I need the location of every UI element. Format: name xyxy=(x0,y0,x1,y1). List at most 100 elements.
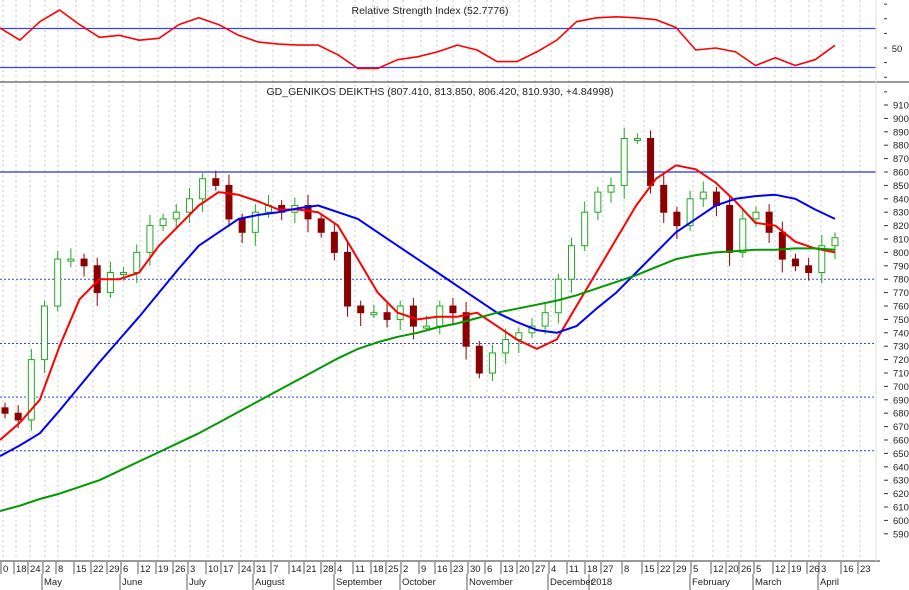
x-day-label: 2 xyxy=(403,564,408,575)
price-y-label: 770 xyxy=(893,288,909,299)
x-day-label: 6 xyxy=(123,564,128,575)
x-day-label: 30 xyxy=(470,564,481,575)
candle-body xyxy=(238,218,246,233)
price-title: GD_GENIKOS DEIKTHS (807.410, 813.850, 80… xyxy=(266,86,613,98)
rsi-title: Relative Strength Index (52.7776) xyxy=(351,5,508,17)
candle-body xyxy=(660,184,668,213)
x-month-label: September xyxy=(336,577,382,588)
candle-body xyxy=(120,272,128,275)
x-day-label: 22 xyxy=(660,564,671,575)
price-y-label: 650 xyxy=(893,449,909,460)
price-y-label: 760 xyxy=(893,302,909,313)
x-month-label: April xyxy=(820,577,839,588)
x-day-label: 2 xyxy=(45,564,50,575)
x-day-label: 24 xyxy=(241,564,252,575)
candle-body xyxy=(607,184,615,193)
candle-body xyxy=(159,218,167,227)
x-day-label: 11 xyxy=(355,564,365,575)
candle-body xyxy=(765,211,773,233)
candle-body xyxy=(409,305,417,327)
x-day-label: 0 xyxy=(3,564,8,575)
candle-body xyxy=(14,412,22,421)
candle-body xyxy=(752,211,760,220)
price-y-label: 600 xyxy=(893,516,909,527)
candle-body xyxy=(488,352,496,374)
candle-body xyxy=(344,251,352,307)
candle-body xyxy=(633,138,641,141)
x-day-label: 16 xyxy=(843,564,854,575)
x-day-label: 18 xyxy=(587,564,598,575)
x-day-label: 13 xyxy=(503,564,514,575)
candle-body xyxy=(449,305,457,314)
price-y-label: 890 xyxy=(893,127,909,138)
candle-body xyxy=(357,305,365,314)
price-y-label: 820 xyxy=(893,221,909,232)
candle-body xyxy=(330,231,338,253)
candle-body xyxy=(185,198,193,213)
x-day-label: 3 xyxy=(190,564,195,575)
x-day-label: 5 xyxy=(756,564,761,575)
candle-body xyxy=(554,278,562,314)
candle-body xyxy=(739,218,747,253)
candle-body xyxy=(831,237,839,247)
x-day-label: 12 xyxy=(775,564,786,575)
x-day-label: 23 xyxy=(453,564,464,575)
price-y-label: 730 xyxy=(893,342,909,353)
x-day-label: 16 xyxy=(437,564,448,575)
price-y-label: 840 xyxy=(893,194,909,205)
grid-lines xyxy=(2,0,861,558)
x-day-label: 29 xyxy=(676,564,687,575)
x-month-label: 2018 xyxy=(591,577,612,588)
price-y-label: 720 xyxy=(893,355,909,366)
x-day-label: 3 xyxy=(821,564,826,575)
x-day-label: 7 xyxy=(273,564,278,575)
candle-body xyxy=(41,305,49,361)
x-day-label: 17 xyxy=(223,564,234,575)
candle-body xyxy=(172,211,180,220)
x-month-label: July xyxy=(189,577,206,588)
x-day-label: 4 xyxy=(551,564,556,575)
x-day-label: 5 xyxy=(693,564,698,575)
candle-body xyxy=(423,325,431,329)
x-day-label: 18 xyxy=(16,564,27,575)
x-day-label: 10 xyxy=(208,564,219,575)
x-day-label: 8 xyxy=(624,564,629,575)
candle-body xyxy=(726,205,734,253)
price-y-label: 660 xyxy=(893,436,909,447)
x-month-label: October xyxy=(402,577,436,588)
candle-body xyxy=(594,191,602,213)
price-y-label: 910 xyxy=(893,101,909,112)
candle-body xyxy=(106,272,114,294)
candle-body xyxy=(620,138,628,186)
x-day-label: 21 xyxy=(306,564,317,575)
candle-body xyxy=(502,339,510,354)
price-y-label: 680 xyxy=(893,409,909,420)
candle-body xyxy=(80,258,88,267)
x-day-label: 12 xyxy=(713,564,724,575)
price-panel: GD_GENIKOS DEIKTHS (807.410, 813.850, 80… xyxy=(0,86,876,512)
x-month-label: August xyxy=(255,577,285,588)
x-day-label: 22 xyxy=(93,564,104,575)
x-day-label: 28 xyxy=(323,564,334,575)
x-day-label: 25 xyxy=(388,564,399,575)
price-y-label: 810 xyxy=(893,235,909,246)
x-day-label: 6 xyxy=(487,564,492,575)
x-day-label: 24 xyxy=(30,564,41,575)
x-day-label: 31 xyxy=(256,564,267,575)
price-y-label: 790 xyxy=(893,261,909,272)
price-y-label: 740 xyxy=(893,328,909,339)
x-day-label: 20 xyxy=(728,564,739,575)
candle-body xyxy=(647,138,655,186)
price-y-label: 610 xyxy=(893,503,909,514)
candle-body xyxy=(1,407,9,414)
x-day-label: 27 xyxy=(603,564,614,575)
x-day-label: 11 xyxy=(569,564,579,575)
x-day-label: 18 xyxy=(373,564,384,575)
candle-body xyxy=(370,312,378,316)
x-day-label: 14 xyxy=(291,564,302,575)
x-day-label: 9 xyxy=(421,564,426,575)
rsi-y-label: 50 xyxy=(892,44,903,55)
price-y-label: 850 xyxy=(893,181,909,192)
x-month-label: May xyxy=(44,577,62,588)
x-month-label: June xyxy=(122,577,143,588)
